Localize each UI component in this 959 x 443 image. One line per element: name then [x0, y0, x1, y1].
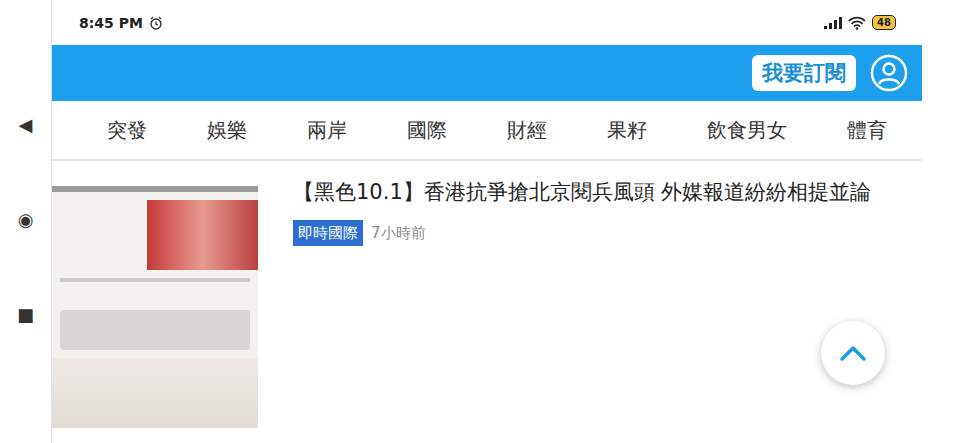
- content: 8:45 PM 48 我要訂閱 突發 娛樂 兩岸 國際 財經 果籽 飲食男女 體育 【黑色10…: [52, 0, 922, 443]
- alarm-icon: [149, 16, 163, 30]
- article-item[interactable]: 【黑色10.1】香港抗爭搶北京閱兵風頭 外媒報道紛紛相提並論 即時國際 7小時前: [52, 161, 922, 428]
- chevron-up-icon: [839, 344, 867, 362]
- user-icon[interactable]: [870, 54, 908, 92]
- nav-button[interactable]: ◀: [19, 115, 33, 135]
- nav-button[interactable]: ■: [17, 305, 34, 325]
- category-tab[interactable]: 國際: [407, 117, 447, 144]
- category-tab[interactable]: 體育: [847, 117, 887, 144]
- category-tab[interactable]: 果籽: [607, 117, 647, 144]
- article-tag[interactable]: 即時國際: [293, 220, 363, 246]
- category-tab[interactable]: 財經: [507, 117, 547, 144]
- category-tab[interactable]: 飲食男女: [707, 117, 787, 144]
- article-thumbnail[interactable]: [52, 186, 258, 428]
- right-margin: [922, 0, 959, 443]
- scroll-top-button[interactable]: [821, 321, 885, 385]
- subscribe-button[interactable]: 我要訂閱: [752, 55, 856, 91]
- signal-icon: [824, 17, 842, 29]
- status-bar: 8:45 PM 48: [52, 0, 922, 45]
- battery-indicator: 48: [872, 15, 896, 30]
- wifi-icon: [848, 16, 866, 30]
- nav-bar: ◀ ◉ ■: [0, 0, 52, 443]
- clock: 8:45 PM: [79, 15, 143, 31]
- screen: ◀ ◉ ■ 8:45 PM 48 我要訂閱 突發 娛樂 兩岸 國際 財經 果籽 飲食男女 體育 【…: [0, 0, 959, 443]
- category-bar: 突發 娛樂 兩岸 國際 財經 果籽 飲食男女 體育: [52, 101, 922, 161]
- nav-button[interactable]: ◉: [18, 210, 34, 230]
- header: 我要訂閱: [52, 45, 922, 101]
- category-tab[interactable]: 娛樂: [207, 117, 247, 144]
- category-tab[interactable]: 兩岸: [307, 117, 347, 144]
- article-time: 7小時前: [371, 224, 426, 243]
- article-title[interactable]: 【黑色10.1】香港抗爭搶北京閱兵風頭 外媒報道紛紛相提並論: [293, 176, 908, 208]
- category-tab[interactable]: 突發: [107, 117, 147, 144]
